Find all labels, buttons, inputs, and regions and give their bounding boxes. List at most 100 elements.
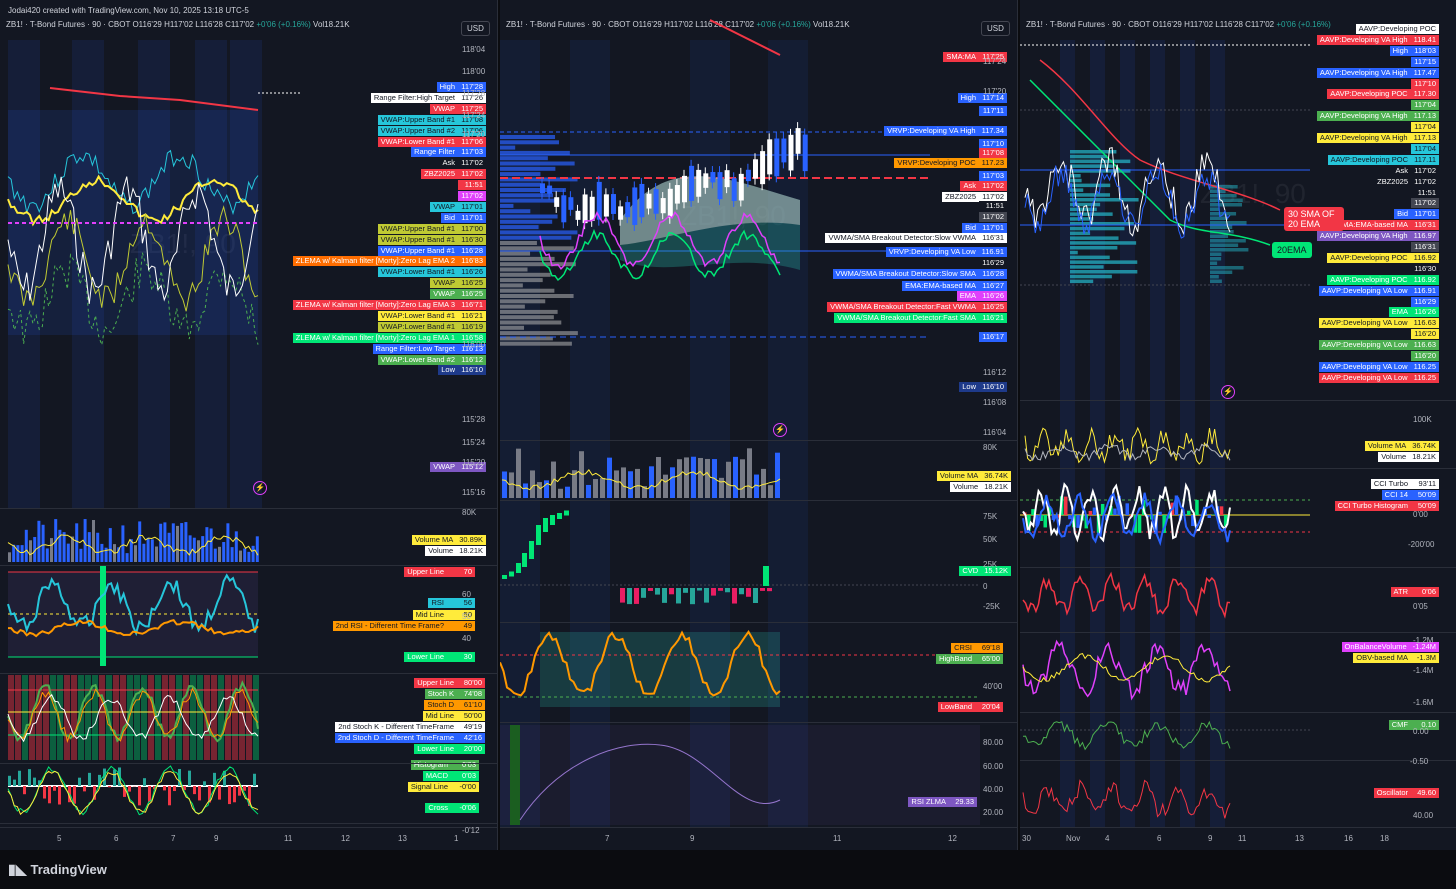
stoch-shade <box>162 675 168 760</box>
right-time-axis[interactable]: 30 Nov 4 6 9 11 13 16 18 <box>1020 827 1456 850</box>
price-tag: ZLEMA w/ Kalman filter [Morty]:Zero Lag … <box>292 300 486 310</box>
price-tag: Range Filter 117'03 <box>411 147 486 158</box>
volume-profile-bar <box>500 272 551 277</box>
macd-histogram-bar <box>253 773 256 786</box>
price-tag-value: 116.92 <box>1410 274 1439 285</box>
price-tag: AAVP:Developing VA Low 116.25 <box>1318 361 1439 372</box>
price-tag-name: VWAP <box>430 103 458 114</box>
volume-bar <box>558 488 563 498</box>
volume-profile-bar <box>500 166 556 171</box>
price-tag-name: OBV-based MA <box>1353 653 1411 663</box>
price-tag-value: 117'03 <box>458 147 486 158</box>
pane-divider <box>1020 760 1456 761</box>
price-tag-value: 117'02 <box>979 212 1007 222</box>
stoch-shade <box>148 675 154 760</box>
middle-time-axis[interactable]: 7 9 11 12 <box>500 827 1017 850</box>
volume-profile-bar <box>1070 246 1118 250</box>
price-tag: AAVP:Developing POC 116.92 <box>1327 274 1439 285</box>
cvd-candle <box>529 541 534 559</box>
volume-bar <box>167 532 171 562</box>
tradingview-logo[interactable]: ▮◣ TradingView <box>8 861 107 878</box>
price-tag-name: EMA <box>1388 307 1411 318</box>
candle-body <box>639 183 645 218</box>
price-tag-name: Low <box>959 382 979 392</box>
price-tag-value: 11:51 <box>458 180 486 191</box>
price-axis-label: 116'04 <box>983 428 1007 437</box>
volume-bar <box>239 550 242 562</box>
macd-histogram-bar <box>148 786 151 802</box>
price-tag-value: 117.30 <box>1410 89 1439 100</box>
price-tag: VWMA/SMA Breakout Detector:Fast SMA 116'2… <box>834 313 1007 323</box>
price-tag-value: 116'25 <box>458 289 486 300</box>
volume-bar <box>134 545 137 562</box>
price-tag-value: 11:51 <box>979 201 1007 211</box>
price-tag: 117'04 <box>1411 143 1439 154</box>
volume-profile-bar <box>500 140 559 145</box>
volume-profile-bar <box>500 198 556 203</box>
alert-bolt-icon[interactable]: ⚡ <box>1221 385 1235 399</box>
price-tag-name: CMF <box>1388 720 1411 730</box>
price-axis-label: 50K <box>983 535 998 544</box>
sma-annotation-label[interactable]: 30 SMA OF 20 EMA <box>1284 207 1344 231</box>
price-tag-name: VWAP <box>430 201 458 212</box>
cci-histogram-bar <box>1187 510 1191 515</box>
pane-divider <box>1020 632 1456 633</box>
left-chart-panel[interactable]: Jodai420 created with TradingView.com, N… <box>0 0 498 850</box>
volume-bar <box>670 467 675 498</box>
candle-body <box>795 128 801 154</box>
price-axis-label: 115'20 <box>462 458 486 467</box>
time-axis-tick: 12 <box>948 834 957 843</box>
price-axis-label: 116'00 <box>462 340 486 349</box>
price-tag-value: 117'02 <box>458 158 486 169</box>
volume-bar <box>726 461 731 498</box>
cvd-candle <box>711 588 716 596</box>
price-tag: High 118'03 <box>1389 45 1439 56</box>
price-tag: LowBand 20'04 <box>937 702 1003 712</box>
volume-profile-bar <box>1210 234 1229 238</box>
candle-body <box>667 188 673 218</box>
volume-bar <box>201 536 205 562</box>
price-tag-name: AAVP:Developing VA Low <box>1318 372 1411 383</box>
ema-annotation-label[interactable]: 20EMA <box>1272 242 1312 258</box>
price-tag-value: 69'18 <box>975 643 1003 653</box>
price-tag-value: 116.25 <box>1410 372 1439 383</box>
price-tag-name: 2nd RSI - Different Time Frame? <box>332 621 447 631</box>
cci-histogram-bar <box>1207 515 1211 519</box>
price-tag: Signal Line -0'00 <box>407 782 479 792</box>
price-axis-label: 117'24 <box>462 111 486 120</box>
price-tag-name: VWMA/SMA Breakout Detector:Slow VWMA <box>825 233 979 243</box>
price-tag: VWAP:Lower Band #1 116'21 <box>377 310 486 321</box>
price-tag-value: 116.25 <box>1410 361 1439 372</box>
price-tag: AAVP:Developing VA High 116.97 <box>1316 231 1439 242</box>
rsi-signal-bar <box>100 566 106 666</box>
price-axis-label: 0'00 <box>1413 510 1428 519</box>
volume-bar <box>75 523 79 562</box>
alert-bolt-icon[interactable]: ⚡ <box>773 423 787 437</box>
price-tag-value: 116'12 <box>458 354 486 365</box>
price-tag-name: Ask <box>1392 165 1411 176</box>
price-tag-value: 18.21K <box>1409 452 1439 462</box>
volume-bar <box>247 551 251 562</box>
price-tag: Lower Line 30 <box>404 652 475 662</box>
left-time-axis[interactable]: 5 6 7 9 11 12 13 1 <box>0 827 497 850</box>
volume-profile-bar <box>500 278 543 283</box>
zlma-bar <box>510 725 520 825</box>
cci-histogram-bar <box>1195 499 1199 515</box>
price-tag-value: 117'10 <box>1411 78 1439 89</box>
price-tag-name: Range Filter:High Target <box>370 92 458 103</box>
volume-profile-bar <box>500 161 575 166</box>
right-chart-panel[interactable]: ZB1! · T-Bond Futures · 90 · CBOT O116'2… <box>1020 0 1456 850</box>
stoch-shade <box>85 675 91 760</box>
price-tag-value: 118.41 <box>1410 34 1439 45</box>
volume-bar <box>565 486 570 498</box>
price-tag: AAVP:Developing VA Low 116.63 <box>1318 340 1439 351</box>
price-axis-label: 115'16 <box>462 488 486 497</box>
price-tag-name: CRSI <box>951 643 975 653</box>
alert-bolt-icon[interactable]: ⚡ <box>253 481 267 495</box>
middle-chart-panel[interactable]: ZB1! · T-Bond Futures · 90 · CBOT O116'2… <box>500 0 1018 850</box>
time-axis-tick: 18 <box>1380 834 1389 843</box>
price-tag-name: RSI ZLMA <box>908 797 949 807</box>
price-tag-name: High <box>436 82 458 92</box>
price-tag-value: 93'11 <box>1411 479 1439 489</box>
price-axis-label: 40.00 <box>983 785 1004 794</box>
